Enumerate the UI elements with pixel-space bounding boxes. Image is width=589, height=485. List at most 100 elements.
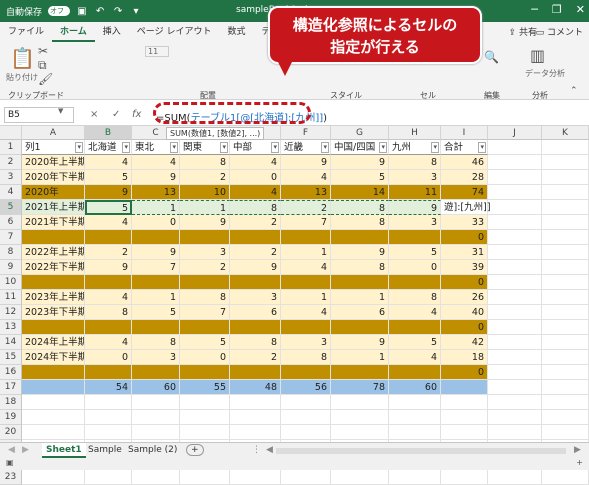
redo-icon[interactable]: ↷ — [112, 6, 124, 17]
zoom-in-icon[interactable]: + — [576, 458, 583, 467]
table-cell[interactable] — [85, 395, 132, 410]
row-header-14[interactable]: 14 — [0, 335, 22, 350]
table-cell[interactable] — [132, 230, 180, 245]
empty-cell[interactable] — [542, 410, 589, 425]
table-cell[interactable] — [389, 425, 441, 440]
table-cell[interactable] — [85, 275, 132, 290]
table-cell[interactable] — [331, 320, 389, 335]
tab-insert[interactable]: 挿入 — [95, 22, 129, 42]
empty-cell[interactable] — [542, 260, 589, 275]
empty-cell[interactable] — [488, 350, 542, 365]
empty-cell[interactable] — [488, 335, 542, 350]
collapse-ribbon-icon[interactable]: ⌃ — [570, 86, 578, 96]
table-cell[interactable] — [22, 395, 85, 410]
fx-icon[interactable]: fx — [132, 109, 141, 120]
table-cell[interactable]: 9 — [230, 260, 281, 275]
empty-cell[interactable] — [542, 470, 589, 485]
name-box-dropdown-icon[interactable]: ▼ — [58, 107, 63, 115]
table-cell[interactable] — [331, 395, 389, 410]
table-cell[interactable] — [132, 410, 180, 425]
table-cell[interactable]: 5 — [389, 245, 441, 260]
table-cell[interactable] — [441, 425, 488, 440]
tab-page-layout[interactable]: ページ レイアウト — [129, 22, 220, 42]
table-cell[interactable] — [132, 425, 180, 440]
table-cell[interactable] — [85, 365, 132, 380]
hscroll-left-icon[interactable]: ◀ — [262, 443, 277, 458]
close-icon[interactable]: ✕ — [576, 3, 585, 16]
table-cell[interactable]: 5 — [389, 335, 441, 350]
share-button[interactable]: ⇪ 共有 — [509, 25, 537, 38]
table-header-cell[interactable]: 近畿 ▾ — [281, 140, 331, 155]
empty-cell[interactable] — [488, 470, 542, 485]
table-cell[interactable]: 42 — [441, 335, 488, 350]
table-cell[interactable]: 56 — [281, 380, 331, 395]
table-cell[interactable]: 3 — [281, 335, 331, 350]
row-header-2[interactable]: 2 — [0, 155, 22, 170]
table-cell[interactable] — [22, 410, 85, 425]
table-cell[interactable]: 3 — [389, 170, 441, 185]
table-header-cell[interactable]: 中部 ▾ — [230, 140, 281, 155]
table-header-cell[interactable]: 九州 ▾ — [389, 140, 441, 155]
table-cell[interactable] — [331, 425, 389, 440]
table-cell[interactable]: 2021年下半期 — [22, 215, 85, 230]
table-cell[interactable]: 10 — [180, 185, 230, 200]
table-cell[interactable] — [85, 410, 132, 425]
horizontal-scrollbar[interactable] — [276, 448, 566, 454]
table-cell[interactable]: 7 — [132, 260, 180, 275]
table-cell[interactable]: 74 — [441, 185, 488, 200]
table-cell[interactable]: 8 — [230, 335, 281, 350]
table-cell[interactable] — [389, 275, 441, 290]
empty-cell[interactable] — [542, 350, 589, 365]
table-cell[interactable]: 78 — [331, 380, 389, 395]
table-cell[interactable]: 2024年上半期 — [22, 335, 85, 350]
table-cell[interactable] — [331, 410, 389, 425]
empty-cell[interactable] — [488, 170, 542, 185]
table-cell[interactable]: 2022年上半期 — [22, 245, 85, 260]
column-header-a[interactable]: A — [22, 126, 85, 140]
table-cell[interactable]: 0 — [441, 320, 488, 335]
table-cell[interactable] — [281, 365, 331, 380]
empty-cell[interactable] — [542, 230, 589, 245]
add-sheet-button[interactable]: + — [186, 444, 204, 456]
filter-dropdown-icon[interactable]: ▾ — [220, 142, 228, 153]
table-cell[interactable]: 9 — [331, 335, 389, 350]
table-cell[interactable] — [22, 275, 85, 290]
empty-cell[interactable] — [488, 245, 542, 260]
table-cell[interactable]: 9 — [85, 260, 132, 275]
table-cell[interactable] — [180, 275, 230, 290]
table-cell[interactable] — [230, 320, 281, 335]
table-cell[interactable]: 2 — [180, 170, 230, 185]
minimize-icon[interactable]: ─ — [531, 3, 538, 16]
table-cell[interactable] — [132, 320, 180, 335]
table-cell[interactable] — [331, 275, 389, 290]
filter-dropdown-icon[interactable]: ▾ — [75, 142, 83, 153]
filter-dropdown-icon[interactable]: ▾ — [431, 142, 439, 153]
table-header-cell[interactable]: 関東 ▾ — [180, 140, 230, 155]
cut-icon[interactable]: ✂ — [38, 44, 48, 58]
empty-cell[interactable] — [488, 230, 542, 245]
filter-dropdown-icon[interactable]: ▾ — [478, 142, 486, 153]
table-cell[interactable]: 1 — [180, 200, 230, 215]
table-cell[interactable] — [85, 230, 132, 245]
empty-cell[interactable] — [488, 260, 542, 275]
table-cell[interactable]: 13 — [132, 185, 180, 200]
table-cell[interactable]: 2020年下半期 — [22, 170, 85, 185]
restore-icon[interactable]: ❐ — [552, 3, 562, 16]
table-cell[interactable] — [389, 410, 441, 425]
empty-cell[interactable] — [488, 410, 542, 425]
table-cell[interactable]: 4 — [132, 155, 180, 170]
empty-cell[interactable] — [542, 140, 589, 155]
table-cell[interactable]: 18 — [441, 350, 488, 365]
table-cell[interactable]: 8 — [331, 215, 389, 230]
paste-icon[interactable]: 📋 — [10, 46, 35, 70]
table-cell[interactable]: 1 — [331, 350, 389, 365]
table-cell[interactable] — [331, 365, 389, 380]
table-cell[interactable] — [441, 395, 488, 410]
column-header-h[interactable]: H — [389, 126, 441, 140]
table-cell[interactable]: 7 — [281, 215, 331, 230]
table-cell[interactable] — [281, 470, 331, 485]
format-painter-icon[interactable]: 🖌 — [38, 72, 53, 86]
table-cell[interactable] — [180, 410, 230, 425]
table-cell[interactable] — [132, 395, 180, 410]
table-cell[interactable]: 5 — [132, 305, 180, 320]
